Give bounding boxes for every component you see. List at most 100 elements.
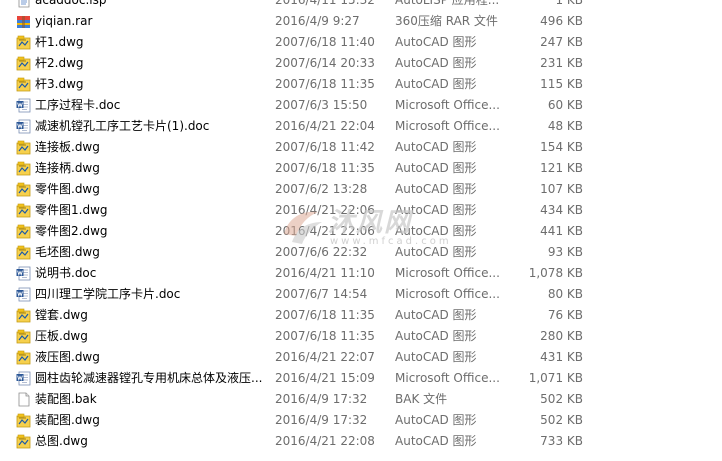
file-type: 360压缩 RAR 文件	[395, 14, 498, 28]
file-type: AutoLISP 应用程...	[395, 0, 500, 7]
file-date-modified: 2007/6/6 22:32	[275, 245, 368, 259]
file-row[interactable]: 压板.dwg 2007/6/18 11:35 AutoCAD 图形 280 KB	[0, 326, 722, 347]
file-row[interactable]: yiqian.rar 2016/4/9 9:27 360压缩 RAR 文件 496 K…	[0, 11, 722, 32]
file-date-modified: 2007/6/18 11:35	[275, 161, 375, 175]
file-type: Microsoft Office...	[395, 287, 500, 301]
file-name: 杆1.dwg	[35, 35, 84, 49]
dwg-file-icon	[16, 182, 31, 197]
file-name: 总图.dwg	[35, 434, 88, 448]
file-date-modified: 2007/6/18 11:35	[275, 308, 375, 322]
file-size: 121 KB	[540, 161, 583, 175]
file-size: 60 KB	[547, 98, 583, 112]
file-row[interactable]: 杆2.dwg 2007/6/14 20:33 AutoCAD 图形 231 KB	[0, 53, 722, 74]
file-date-modified: 2007/6/14 20:33	[275, 56, 375, 70]
file-name: 镗套.dwg	[35, 308, 88, 322]
file-type: AutoCAD 图形	[395, 140, 477, 154]
file-date-modified: 2016/4/9 17:32	[275, 413, 368, 427]
file-row[interactable]: 减速机镗孔工序工艺卡片(1).doc 2016/4/21 22:04 Microso…	[0, 116, 722, 137]
file-size: 107 KB	[540, 182, 583, 196]
file-row[interactable]: 连接板.dwg 2007/6/18 11:42 AutoCAD 图形 154 KB	[0, 137, 722, 158]
dwg-file-icon	[16, 434, 31, 449]
file-name: 零件图2.dwg	[35, 224, 108, 238]
file-date-modified: 2016/4/11 15:32	[275, 0, 375, 7]
file-row[interactable]: 四川理工学院工序卡片.doc 2007/6/7 14:54 Microsoft Of…	[0, 284, 722, 305]
file-name: yiqian.rar	[35, 14, 93, 28]
dwg-file-icon	[16, 224, 31, 239]
word-doc-icon	[16, 98, 31, 113]
file-row[interactable]: 毛坯图.dwg 2007/6/6 22:32 AutoCAD 图形 93 KB	[0, 242, 722, 263]
file-date-modified: 2007/6/7 14:54	[275, 287, 368, 301]
file-type: BAK 文件	[395, 392, 448, 406]
file-row[interactable]: 零件图1.dwg 2016/4/21 22:06 AutoCAD 图形 434 KB	[0, 200, 722, 221]
file-name: 装配图.dwg	[35, 413, 100, 427]
file-date-modified: 2016/4/21 22:06	[275, 203, 375, 217]
file-date-modified: 2016/4/9 9:27	[275, 14, 360, 28]
file-type: AutoCAD 图形	[395, 35, 477, 49]
dwg-file-icon	[16, 56, 31, 71]
file-row[interactable]: 工序过程卡.doc 2007/6/3 15:50 Microsoft Office.…	[0, 95, 722, 116]
file-type: AutoCAD 图形	[395, 413, 477, 427]
file-type: AutoCAD 图形	[395, 245, 477, 259]
file-date-modified: 2007/6/2 13:28	[275, 182, 368, 196]
file-date-modified: 2016/4/21 22:07	[275, 350, 375, 364]
file-row[interactable]: 装配图.dwg 2016/4/9 17:32 AutoCAD 图形 502 KB	[0, 410, 722, 431]
file-row[interactable]: 液压图.dwg 2016/4/21 22:07 AutoCAD 图形 431 KB	[0, 347, 722, 368]
file-row[interactable]: 杆1.dwg 2007/6/18 11:40 AutoCAD 图形 247 KB	[0, 32, 722, 53]
file-row[interactable]: acaddoc.lsp 2016/4/11 15:32 AutoLISP 应用程..…	[0, 0, 722, 11]
file-date-modified: 2016/4/9 17:32	[275, 392, 368, 406]
bak-file-icon	[16, 392, 31, 407]
file-size: 76 KB	[547, 308, 583, 322]
dwg-file-icon	[16, 413, 31, 428]
lisp-file-icon	[16, 0, 31, 8]
file-name: 说明书.doc	[35, 266, 97, 280]
file-size: 93 KB	[547, 245, 583, 259]
word-doc-icon	[16, 119, 31, 134]
file-date-modified: 2016/4/21 11:10	[275, 266, 375, 280]
file-name: 四川理工学院工序卡片.doc	[35, 287, 181, 301]
rar-archive-icon	[16, 14, 31, 29]
file-type: Microsoft Office...	[395, 98, 500, 112]
file-name: 毛坯图.dwg	[35, 245, 100, 259]
file-row[interactable]: 连接柄.dwg 2007/6/18 11:35 AutoCAD 图形 121 KB	[0, 158, 722, 179]
file-size: 80 KB	[547, 287, 583, 301]
file-type: Microsoft Office...	[395, 371, 500, 385]
file-size: 502 KB	[540, 413, 583, 427]
file-size: 502 KB	[540, 392, 583, 406]
file-date-modified: 2007/6/3 15:50	[275, 98, 368, 112]
file-date-modified: 2016/4/21 22:04	[275, 119, 375, 133]
file-size: 441 KB	[540, 224, 583, 238]
file-type: Microsoft Office...	[395, 119, 500, 133]
file-type: AutoCAD 图形	[395, 224, 477, 238]
file-row[interactable]: 杆3.dwg 2007/6/18 11:35 AutoCAD 图形 115 KB	[0, 74, 722, 95]
file-name: 连接板.dwg	[35, 140, 100, 154]
file-row[interactable]: 总图.dwg 2016/4/21 22:08 AutoCAD 图形 733 KB	[0, 431, 722, 452]
file-size: 48 KB	[547, 119, 583, 133]
file-row[interactable]: 圆柱齿轮减速器镗孔专用机床总体及液压... 2016/4/21 15:09 Micr…	[0, 368, 722, 389]
file-row[interactable]: 零件图2.dwg 2016/4/21 22:06 AutoCAD 图形 441 KB	[0, 221, 722, 242]
file-size: 1,071 KB	[528, 371, 583, 385]
file-type: AutoCAD 图形	[395, 329, 477, 343]
dwg-file-icon	[16, 140, 31, 155]
file-type: AutoCAD 图形	[395, 56, 477, 70]
dwg-file-icon	[16, 203, 31, 218]
file-name: 杆3.dwg	[35, 77, 84, 91]
dwg-file-icon	[16, 308, 31, 323]
file-type: Microsoft Office...	[395, 266, 500, 280]
file-name: 圆柱齿轮减速器镗孔专用机床总体及液压...	[35, 371, 263, 385]
file-size: 496 KB	[540, 14, 583, 28]
file-size: 231 KB	[540, 56, 583, 70]
file-type: AutoCAD 图形	[395, 203, 477, 217]
file-row[interactable]: 装配图.bak 2016/4/9 17:32 BAK 文件 502 KB	[0, 389, 722, 410]
file-date-modified: 2016/4/21 15:09	[275, 371, 375, 385]
file-row[interactable]: 说明书.doc 2016/4/21 11:10 Microsoft Office..…	[0, 263, 722, 284]
file-name: 零件图1.dwg	[35, 203, 108, 217]
file-size: 280 KB	[540, 329, 583, 343]
word-doc-icon	[16, 287, 31, 302]
word-doc-icon	[16, 371, 31, 386]
file-row[interactable]: 镗套.dwg 2007/6/18 11:35 AutoCAD 图形 76 KB	[0, 305, 722, 326]
file-type: AutoCAD 图形	[395, 308, 477, 322]
file-list: acaddoc.lsp 2016/4/11 15:32 AutoLISP 应用程..…	[0, 0, 722, 452]
file-row[interactable]: 零件图.dwg 2007/6/2 13:28 AutoCAD 图形 107 KB	[0, 179, 722, 200]
file-name: 减速机镗孔工序工艺卡片(1).doc	[35, 119, 210, 133]
dwg-file-icon	[16, 161, 31, 176]
